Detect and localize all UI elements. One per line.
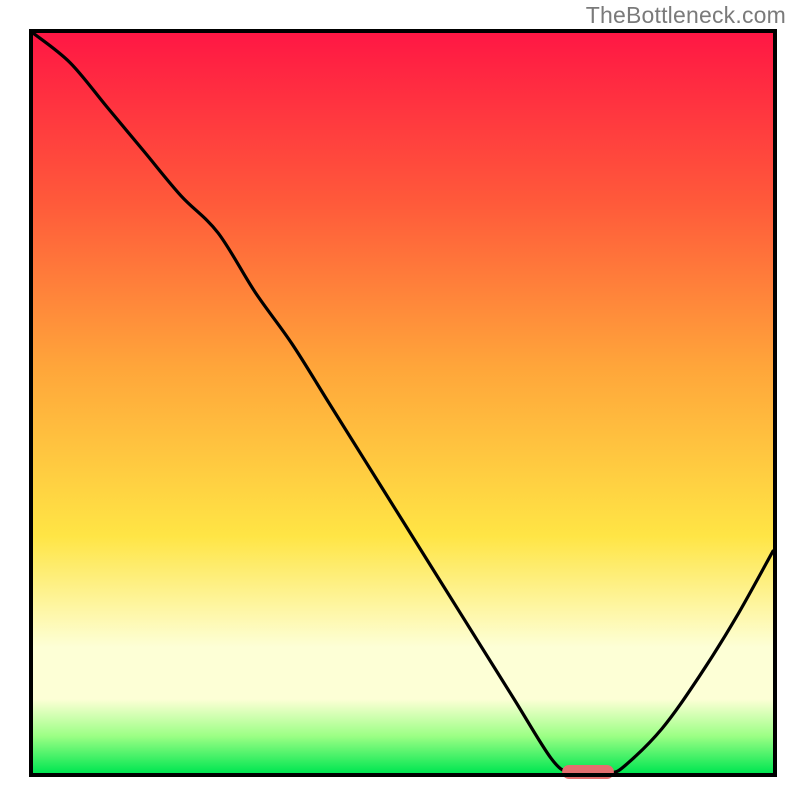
chart-container: TheBottleneck.com xyxy=(0,0,800,800)
chart-svg xyxy=(0,0,800,800)
plot-background xyxy=(33,33,773,773)
